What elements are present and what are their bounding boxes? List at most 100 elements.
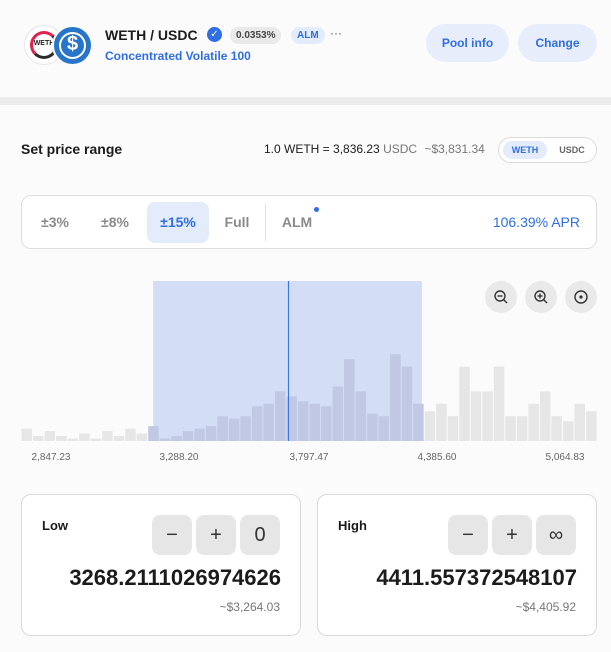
liquidity-bar bbox=[413, 403, 424, 441]
fee-badge: 0.0353% bbox=[230, 27, 282, 44]
apr-value: 106.39% APR bbox=[492, 214, 580, 230]
liquidity-bar bbox=[321, 406, 332, 441]
pool-info-button[interactable]: Pool info bbox=[426, 24, 509, 62]
alm-indicator-dot bbox=[314, 207, 319, 212]
zoom-out-button[interactable] bbox=[485, 281, 517, 313]
liquidity-bar bbox=[33, 436, 44, 441]
liquidity-bar bbox=[390, 354, 401, 441]
section-divider bbox=[0, 97, 611, 105]
high-increment-button[interactable]: + bbox=[492, 515, 532, 555]
low-price-card: Low − + 0 3268.2111026974626 ~$3,264.03 bbox=[21, 494, 301, 636]
liquidity-bar bbox=[125, 428, 136, 441]
x-tick-label: 3,797.47 bbox=[290, 452, 329, 463]
high-label: High bbox=[338, 518, 367, 533]
liquidity-bar bbox=[44, 431, 56, 441]
liquidity-bar bbox=[459, 366, 470, 441]
liquidity-bar bbox=[136, 433, 148, 441]
verified-check-icon: ✓ bbox=[207, 27, 222, 42]
liquidity-bar bbox=[574, 403, 585, 441]
liquidity-bar bbox=[447, 416, 459, 441]
recenter-button[interactable] bbox=[565, 281, 597, 313]
exchange-rate: 1.0 WETH = 3,836.23 USDC ~$3,831.34 bbox=[264, 142, 485, 156]
liquidity-bar bbox=[21, 428, 33, 441]
low-set-zero-button[interactable]: 0 bbox=[240, 515, 280, 555]
liquidity-bar bbox=[251, 406, 263, 441]
price-range-title: Set price range bbox=[21, 141, 123, 157]
x-tick-label: 3,288.20 bbox=[160, 452, 199, 463]
base-token-toggle: WETH USDC bbox=[498, 137, 597, 163]
x-tick-label: 5,064.83 bbox=[546, 452, 585, 463]
liquidity-bar bbox=[171, 436, 182, 441]
liquidity-bar bbox=[194, 428, 205, 441]
liquidity-bar bbox=[424, 411, 436, 441]
low-decrement-button[interactable]: − bbox=[152, 515, 192, 555]
liquidity-bar bbox=[56, 436, 67, 441]
liquidity-bar bbox=[367, 413, 378, 441]
liquidity-bar bbox=[90, 438, 102, 441]
target-icon bbox=[574, 290, 588, 304]
range-presets: ±3% ±8% ±15% Full ALM 106.39% APR bbox=[21, 195, 597, 249]
liquidity-bar bbox=[102, 431, 113, 441]
high-price-card: High − + ∞ 4411.557372548107 ~$4,405.92 bbox=[317, 494, 597, 636]
liquidity-bar bbox=[344, 359, 355, 441]
x-tick-label: 4,385.60 bbox=[418, 452, 457, 463]
liquidity-bar bbox=[182, 431, 194, 441]
liquidity-bar bbox=[205, 426, 217, 441]
liquidity-bar bbox=[562, 421, 574, 441]
liquidity-bar bbox=[159, 438, 171, 441]
x-tick-label: 2,847.23 bbox=[32, 452, 71, 463]
liquidity-bar bbox=[217, 416, 228, 441]
more-options-icon[interactable]: ··· bbox=[330, 26, 342, 40]
low-price-usd: ~$3,264.03 bbox=[219, 600, 280, 614]
liquidity-bar bbox=[505, 416, 516, 441]
rate-unit: USDC bbox=[383, 142, 418, 156]
toggle-usdc[interactable]: USDC bbox=[551, 141, 593, 159]
liquidity-bar bbox=[113, 436, 125, 441]
zoom-out-icon bbox=[494, 290, 508, 304]
preset-15-percent[interactable]: ±15% bbox=[147, 202, 209, 243]
liquidity-bar bbox=[274, 391, 286, 441]
liquidity-bar bbox=[482, 391, 493, 441]
high-price-input[interactable]: 4411.557372548107 bbox=[376, 565, 577, 591]
liquidity-bar bbox=[378, 416, 390, 441]
liquidity-bar bbox=[539, 391, 551, 441]
toggle-weth[interactable]: WETH bbox=[503, 141, 547, 159]
pair-title: WETH / USDC bbox=[105, 27, 198, 43]
rate-usd: ~$3,831.34 bbox=[424, 142, 485, 156]
pool-type-label[interactable]: Concentrated Volatile 100 bbox=[105, 49, 251, 63]
rate-value: 1.0 WETH = 3,836.23 bbox=[264, 142, 380, 156]
liquidity-bar bbox=[297, 401, 309, 441]
preset-divider bbox=[265, 204, 266, 241]
preset-full-range[interactable]: Full bbox=[215, 202, 259, 243]
liquidity-bar bbox=[148, 426, 159, 441]
liquidity-bar bbox=[228, 418, 240, 441]
pool-header: WETH $ WETH / USDC ✓ 0.0353% ALM ··· Con… bbox=[0, 0, 611, 97]
liquidity-bar bbox=[470, 391, 482, 441]
preset-8-percent[interactable]: ±8% bbox=[90, 202, 140, 243]
low-price-input[interactable]: 3268.2111026974626 bbox=[69, 565, 281, 591]
liquidity-bar bbox=[263, 403, 274, 441]
low-label: Low bbox=[42, 518, 68, 533]
liquidity-bar bbox=[401, 366, 413, 441]
high-decrement-button[interactable]: − bbox=[448, 515, 488, 555]
zoom-in-icon bbox=[534, 290, 548, 304]
liquidity-bar bbox=[436, 403, 447, 441]
low-increment-button[interactable]: + bbox=[196, 515, 236, 555]
change-pool-button[interactable]: Change bbox=[518, 24, 597, 62]
zoom-in-button[interactable] bbox=[525, 281, 557, 313]
alm-badge: ALM bbox=[291, 27, 325, 44]
liquidity-bar bbox=[332, 386, 344, 441]
high-price-usd: ~$4,405.92 bbox=[515, 600, 576, 614]
liquidity-bar bbox=[528, 403, 539, 441]
liquidity-bar bbox=[309, 403, 321, 441]
liquidity-bar bbox=[79, 433, 90, 441]
liquidity-bar bbox=[493, 366, 505, 441]
liquidity-bar bbox=[240, 416, 251, 441]
token-pair-logos: WETH $ bbox=[24, 25, 96, 66]
high-set-infinity-button[interactable]: ∞ bbox=[536, 515, 576, 555]
liquidity-bar bbox=[67, 438, 79, 441]
liquidity-bar bbox=[551, 416, 562, 441]
liquidity-bar bbox=[516, 416, 528, 441]
liquidity-bar bbox=[355, 391, 367, 441]
preset-3-percent[interactable]: ±3% bbox=[30, 202, 80, 243]
